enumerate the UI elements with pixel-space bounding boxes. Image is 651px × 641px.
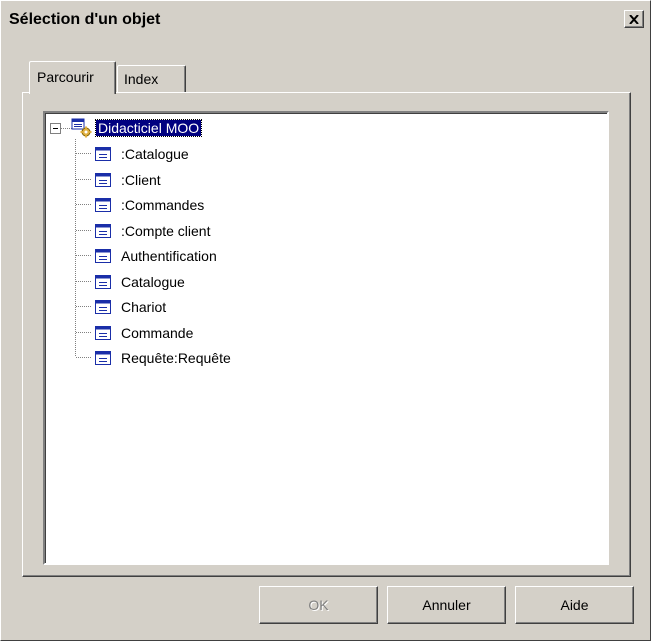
ok-button[interactable]: OK (259, 586, 378, 624)
tree-item-label: Catalogue (121, 274, 185, 290)
close-icon (629, 14, 639, 24)
cancel-button-label: Annuler (422, 597, 471, 613)
ok-button-label: OK (308, 597, 329, 613)
tree-item[interactable]: :Commandes (95, 194, 206, 216)
class-icon (95, 147, 111, 161)
object-tree[interactable]: Didacticiel MOO :Catalogue :Client :Comm… (43, 111, 609, 565)
class-icon (95, 173, 111, 187)
tab-parcourir[interactable]: Parcourir (29, 61, 116, 94)
tab-index-label: Index (124, 71, 159, 87)
class-icon (95, 326, 111, 340)
selection-dialog: Sélection d'un objet Parcourir Index Did… (0, 0, 651, 641)
class-icon (95, 351, 111, 365)
tree-item-label: Commande (121, 325, 194, 341)
class-icon (95, 300, 111, 314)
tree-item[interactable]: Commande (95, 322, 195, 344)
tree-root-node[interactable]: Didacticiel MOO (71, 117, 203, 139)
tree-item-label: Authentification (121, 248, 217, 264)
tree-item[interactable]: Chariot (95, 296, 168, 318)
tree-item[interactable]: Requête:Requête (95, 347, 233, 369)
model-icon (71, 118, 92, 138)
class-icon (95, 198, 111, 212)
class-icon (95, 249, 111, 263)
tab-panel-parcourir: Didacticiel MOO :Catalogue :Client :Comm… (22, 92, 631, 577)
title-bar[interactable]: Sélection d'un objet (3, 3, 648, 38)
tree-item[interactable]: Catalogue (95, 271, 187, 293)
dialog-title: Sélection d'un objet (9, 11, 161, 28)
tree-item[interactable]: :Catalogue (95, 143, 191, 165)
tree-item-label: Requête:Requête (121, 350, 231, 366)
collapse-toggle[interactable] (50, 123, 61, 134)
tree-item[interactable]: :Client (95, 169, 163, 191)
tab-parcourir-label: Parcourir (37, 69, 94, 85)
tree-item-label: Chariot (121, 299, 167, 315)
cancel-button[interactable]: Annuler (387, 586, 506, 624)
tree-item-label: :Compte client (121, 223, 211, 239)
minus-icon (53, 128, 58, 129)
tree-root-label: Didacticiel MOO (94, 119, 203, 137)
help-button[interactable]: Aide (515, 586, 634, 624)
class-icon (95, 224, 111, 238)
tree-item[interactable]: :Compte client (95, 220, 212, 242)
tree-item-label: :Catalogue (121, 146, 189, 162)
tree-item-label: :Client (121, 172, 161, 188)
close-button[interactable] (624, 10, 644, 28)
tree-item[interactable]: Authentification (95, 245, 219, 267)
tree-item-label: :Commandes (121, 197, 205, 213)
class-icon (95, 275, 111, 289)
help-button-label: Aide (560, 597, 589, 613)
tab-index[interactable]: Index (117, 65, 186, 93)
